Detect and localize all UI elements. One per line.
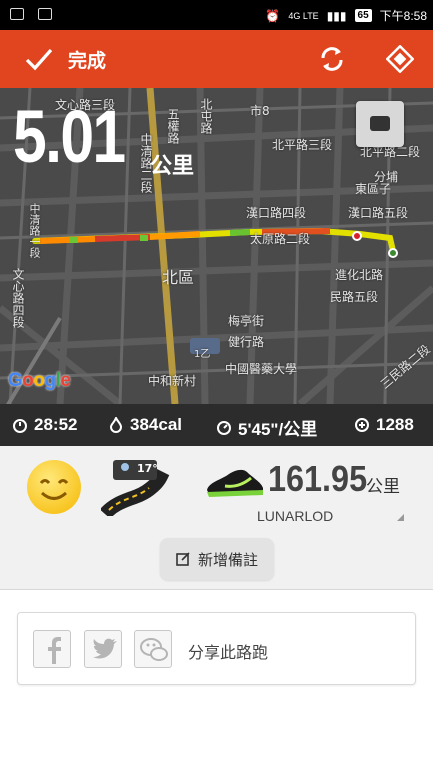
navigate-diamond-icon[interactable] [386, 45, 414, 73]
pace-gauge-icon [217, 420, 231, 435]
clock: 下午8:58 [379, 9, 427, 23]
check-icon[interactable] [24, 46, 54, 72]
map-label: 太原路二段 [250, 232, 311, 246]
distance-unit: 公里 [150, 154, 195, 179]
map-label: 梅亭街 [228, 314, 265, 328]
status-bar: ⏰ 4G LTE ▮▮▮ 65 下午8:58 [0, 0, 433, 30]
map-label: 漢口路五段 [348, 206, 409, 220]
add-note-label: 新增備註 [197, 550, 258, 569]
share-run-label[interactable]: 分享此路跑 [188, 639, 268, 663]
google-attribution: Google [8, 370, 71, 391]
battery-level: 65 [354, 9, 372, 22]
steps-value: 1288 [376, 415, 414, 434]
calories-value: 384cal [130, 415, 182, 434]
map-label: 北屯路 [199, 98, 213, 134]
share-card: 分享此路跑 [17, 612, 416, 685]
steps-icon [355, 418, 369, 432]
alarm-icon: ⏰ [265, 8, 281, 23]
message-icon [10, 8, 24, 20]
pace-stat: 5'45"/公里 [216, 415, 317, 440]
camera-icon [370, 116, 390, 131]
shoe-icon[interactable] [205, 460, 265, 500]
map-label: 文心路四段 [11, 268, 25, 328]
flame-icon [109, 417, 123, 433]
smile-face-icon[interactable] [27, 460, 81, 514]
steps-stat: 1288 [354, 415, 414, 435]
weather-road-icon[interactable]: 17° [99, 458, 173, 519]
edit-note-icon [176, 552, 190, 566]
wechat-icon[interactable] [134, 630, 172, 668]
twitter-icon[interactable] [84, 630, 122, 668]
start-marker [388, 248, 398, 258]
notification-icons [10, 8, 52, 20]
map-label: 中國醫藥大學 [225, 362, 298, 376]
map-label: 北區 [162, 268, 195, 287]
shoe-model-dropdown[interactable]: LUNARLOD [257, 508, 333, 524]
add-note-button[interactable]: 新增備註 [160, 538, 274, 580]
network-label: 4G LTE [288, 10, 319, 21]
map-label: 漢口路四段 [246, 206, 307, 220]
map-label: 1乙 [194, 349, 211, 360]
map-label: 中清路一段 [28, 203, 41, 258]
duration-stat: 28:52 [12, 415, 77, 435]
top-bar: 完成 [0, 30, 433, 88]
map-label: 民路五段 [330, 290, 379, 304]
signal-icon: ▮▮▮ [326, 8, 347, 23]
shoe-distance-unit: 公里 [366, 477, 400, 497]
calories-stat: 384cal [108, 415, 182, 435]
pace-value: 5'45"/公里 [238, 420, 318, 439]
screenshot-icon [38, 8, 52, 20]
map-label: 北平路三段 [272, 138, 333, 152]
stats-bar: 28:52 384cal 5'45"/公里 1288 [0, 404, 433, 446]
refresh-icon[interactable] [318, 45, 346, 73]
map-label: 五權路 [166, 108, 180, 144]
map-label: 健行路 [228, 335, 265, 349]
map-label: 東區子 [355, 182, 392, 196]
duration-value: 28:52 [34, 415, 78, 434]
weather-temp: 17° [137, 462, 158, 475]
done-button[interactable]: 完成 [68, 46, 106, 73]
camera-button[interactable] [356, 101, 404, 147]
map-label: 進化北路 [335, 268, 384, 282]
status-right: ⏰ 4G LTE ▮▮▮ 65 下午8:58 [265, 7, 427, 24]
stopwatch-icon [13, 419, 27, 433]
dropdown-arrow-icon[interactable] [397, 514, 404, 521]
map-label: 市8 [250, 104, 270, 118]
end-marker [352, 231, 362, 241]
run-details-panel: 17° 161.95 公里 LUNARLOD 新增備註 [0, 446, 433, 590]
facebook-icon[interactable] [33, 630, 71, 668]
distance-value: 5.01 [13, 95, 126, 178]
shoe-distance: 161.95 [268, 458, 368, 499]
map-label: 中和新村 [148, 374, 197, 388]
